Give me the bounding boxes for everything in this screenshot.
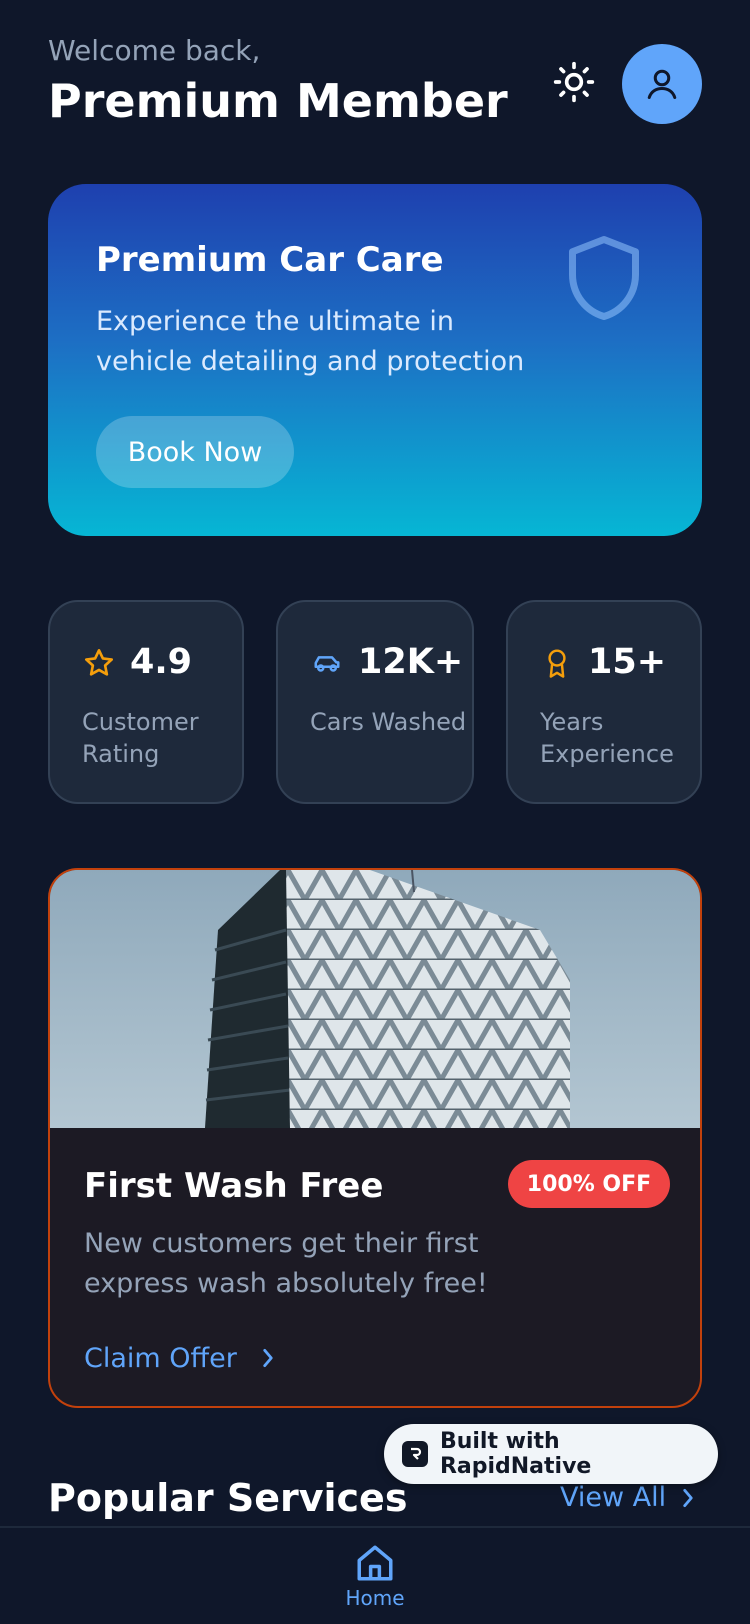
stat-value: 12K+ [358,642,464,682]
star-icon [82,646,116,680]
stat-label: Years Experience [540,708,674,768]
view-all-label: View All [560,1482,667,1513]
view-all-link[interactable]: View All [560,1482,696,1513]
offer-card[interactable]: First Wash Free 100% OFF New customers g… [48,868,702,1408]
rapidnative-logo-icon [402,1441,428,1467]
chevron-right-icon [259,1347,277,1369]
shield-icon [569,236,639,320]
home-screen: Welcome back, Premium Member Premium Car… [0,0,750,1624]
award-icon [540,646,574,680]
hero-title: Premium Car Care [96,240,444,280]
theme-toggle-button[interactable] [550,58,598,106]
stat-value: 15+ [588,642,667,682]
stat-card-years: 15+ Years Experience [506,600,702,804]
chevron-right-icon [680,1487,696,1509]
stat-label: Customer Rating [82,708,199,768]
tab-home[interactable]: Home [326,1542,424,1624]
sun-icon [553,61,595,103]
offer-description: New customers get their first express wa… [84,1228,488,1299]
car-icon [310,646,344,680]
avatar-button[interactable] [622,44,702,124]
built-with-badge[interactable]: Built with RapidNative [384,1424,718,1484]
hero-description: Experience the ultimate in vehicle detai… [96,306,525,377]
claim-offer-link[interactable]: Claim Offer [84,1338,277,1378]
welcome-text: Welcome back, [48,34,261,67]
user-icon [647,69,677,99]
building-photo [50,870,700,1128]
stat-card-cars: 12K+ Cars Washed [276,600,474,804]
section-title: Popular Services [48,1476,408,1520]
offer-title: First Wash Free [84,1166,384,1206]
stat-card-rating: 4.9 Customer Rating [48,600,244,804]
member-name: Premium Member [48,74,508,128]
book-now-button[interactable]: Book Now [96,416,294,488]
tab-home-label: Home [345,1586,405,1610]
hero-card: Premium Car Care Experience the ultimate… [48,184,702,536]
stat-label: Cars Washed [310,708,467,736]
discount-badge: 100% OFF [508,1160,670,1208]
tab-bar: Home [0,1526,750,1624]
built-with-label: Built with RapidNative [439,1429,592,1479]
stat-value: 4.9 [130,642,193,682]
home-icon [357,1545,393,1581]
header: Welcome back, Premium Member [48,34,702,134]
claim-offer-label: Claim Offer [84,1342,237,1374]
